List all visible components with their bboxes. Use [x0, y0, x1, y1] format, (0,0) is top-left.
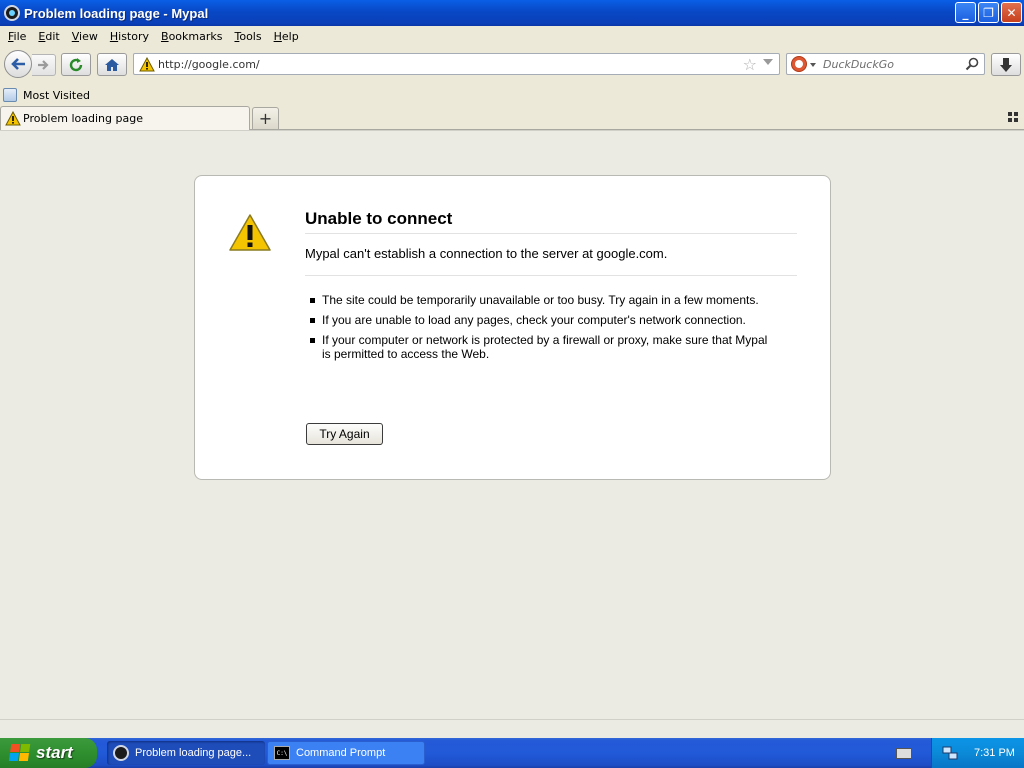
system-tray: 7:31 PM [931, 738, 1024, 768]
menu-tools[interactable]: Tools [228, 30, 267, 43]
minimize-button[interactable]: _ [955, 2, 976, 23]
start-label: start [36, 743, 73, 762]
home-button[interactable] [97, 53, 127, 76]
list-item: If your computer or network is protected… [310, 333, 770, 361]
arrow-right-icon [37, 60, 49, 70]
try-again-button[interactable]: Try Again [306, 423, 383, 445]
list-item: If you are unable to load any pages, che… [310, 313, 770, 327]
error-suggestions: The site could be temporarily unavailabl… [310, 293, 770, 367]
list-all-tabs-icon[interactable] [1008, 112, 1018, 122]
warning-icon [139, 57, 155, 72]
mypal-icon [113, 745, 129, 761]
home-icon [105, 58, 119, 71]
search-placeholder: DuckDuckGo [823, 57, 894, 71]
back-button[interactable] [4, 50, 32, 78]
search-engine-dropdown-icon[interactable] [810, 63, 816, 67]
new-tab-button[interactable]: + [252, 107, 279, 129]
page-content: Unable to connect Mypal can't establish … [0, 130, 1024, 719]
arrow-left-icon [11, 58, 25, 70]
url-history-dropdown-icon[interactable] [763, 59, 773, 65]
menu-file[interactable]: File [2, 30, 32, 43]
downloads-button[interactable] [991, 53, 1021, 76]
menu-view[interactable]: View [66, 30, 104, 43]
mypal-app-icon [4, 5, 20, 21]
tab-strip: Problem loading page + [0, 106, 1024, 130]
error-title: Unable to connect [305, 209, 797, 234]
warning-icon [5, 111, 21, 126]
windows-logo-icon [8, 744, 32, 762]
maximize-button[interactable]: ❐ [978, 2, 999, 23]
large-warning-icon [229, 214, 271, 251]
start-button[interactable]: start [0, 738, 97, 768]
menu-history[interactable]: History [104, 30, 155, 43]
url-bar[interactable]: http://google.com/ ☆ [133, 53, 780, 75]
navigation-toolbar: http://google.com/ ☆ DuckDuckGo [0, 48, 1024, 80]
search-bar[interactable]: DuckDuckGo [786, 53, 985, 75]
clock[interactable]: 7:31 PM [974, 747, 1015, 759]
download-arrow-icon [1000, 57, 1012, 72]
reload-button[interactable] [61, 53, 91, 76]
window-title: Problem loading page - Mypal [24, 5, 209, 21]
taskbar-item-label: Problem loading page... [135, 747, 252, 759]
status-bar [0, 719, 1024, 738]
close-button[interactable]: ✕ [1001, 2, 1022, 23]
search-icon[interactable] [965, 57, 979, 71]
reload-icon [69, 57, 83, 71]
list-item: The site could be temporarily unavailabl… [310, 293, 770, 307]
most-visited-icon [3, 88, 17, 102]
taskbar-item-mypal[interactable]: Problem loading page... [107, 741, 265, 765]
window-controls: _ ❐ ✕ [955, 2, 1022, 23]
cmd-icon: C:\ [274, 746, 290, 760]
menu-edit[interactable]: Edit [32, 30, 65, 43]
taskbar-item-label: Command Prompt [296, 747, 386, 759]
network-icon[interactable] [942, 746, 958, 760]
menu-help[interactable]: Help [268, 30, 305, 43]
keyboard-icon[interactable] [896, 748, 912, 759]
window-titlebar[interactable]: Problem loading page - Mypal _ ❐ ✕ [0, 0, 1024, 26]
menu-bar: File Edit View History Bookmarks Tools H… [0, 26, 1024, 46]
forward-button[interactable] [32, 54, 56, 76]
url-text: http://google.com/ [158, 57, 260, 71]
windows-taskbar: start Problem loading page... C:\ Comman… [0, 738, 1024, 768]
taskbar-item-command-prompt[interactable]: C:\ Command Prompt [267, 741, 425, 765]
tab-label: Problem loading page [23, 112, 143, 125]
duckduckgo-icon[interactable] [791, 56, 807, 72]
bookmarks-toolbar: Most Visited [0, 86, 1024, 104]
menu-bookmarks[interactable]: Bookmarks [155, 30, 228, 43]
error-description: Mypal can't establish a connection to th… [305, 246, 797, 276]
bookmark-star-icon[interactable]: ☆ [743, 55, 757, 74]
tab-problem-loading-page[interactable]: Problem loading page [0, 106, 250, 130]
error-panel: Unable to connect Mypal can't establish … [194, 175, 831, 480]
bookmark-most-visited[interactable]: Most Visited [23, 89, 90, 102]
